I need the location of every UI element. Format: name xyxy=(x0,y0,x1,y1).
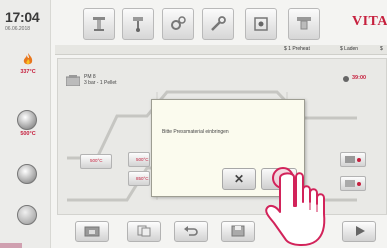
brand-logo: VITA xyxy=(352,14,387,29)
cancel-button[interactable]: ✕ xyxy=(222,168,256,190)
upper-temperature: 337°C xyxy=(20,69,36,75)
hold-time-button[interactable]: 850°C xyxy=(128,171,150,186)
furnace-control-screen: 17:04 06.06.2018 337°C 500°C VITA $ 1 Pr… xyxy=(0,0,387,248)
dial-icon xyxy=(17,110,37,130)
cooling-icon xyxy=(345,180,361,187)
cooling-button[interactable] xyxy=(340,176,366,191)
toolbar-press-button[interactable] xyxy=(83,8,115,40)
tab-more[interactable]: $ xyxy=(380,46,383,52)
toolbar-program-button[interactable] xyxy=(122,8,154,40)
furnace-lift-icon[interactable] xyxy=(17,164,37,184)
tab-preheat[interactable]: $ 1 Preheat xyxy=(284,46,310,52)
status-sidebar: 17:04 06.06.2018 337°C 500°C xyxy=(0,0,51,248)
program-timer: 39:00 xyxy=(343,75,377,83)
start-button[interactable] xyxy=(342,221,376,242)
temperature-start-label: 500°C xyxy=(90,158,103,163)
heat-rate-label: 500°C xyxy=(136,157,149,162)
copy-icon xyxy=(137,225,151,237)
play-icon xyxy=(356,226,365,236)
tab-load[interactable]: $ Laden xyxy=(340,46,358,52)
vacuum-icon xyxy=(345,156,361,163)
save-button[interactable] xyxy=(221,221,255,242)
vacuum-button[interactable] xyxy=(340,152,366,167)
furnace-icon xyxy=(254,17,268,31)
toolbar-tools-button[interactable] xyxy=(202,8,234,40)
flame-icon xyxy=(23,53,33,65)
lower-temperature: 500°C xyxy=(20,131,36,137)
copy-button[interactable] xyxy=(127,221,161,242)
program-subtitle: 3 bar - 1 Pellet xyxy=(84,80,117,86)
plunger-icon xyxy=(133,17,143,32)
program-icon xyxy=(66,75,80,86)
dialog-message: Bitte Pressmaterial einbringen xyxy=(162,129,229,135)
standby-icon[interactable] xyxy=(17,205,37,225)
gear-icon xyxy=(171,16,186,30)
temperature-start-button[interactable]: 500°C xyxy=(80,154,112,169)
press-icon xyxy=(93,17,105,31)
pointing-hand-icon xyxy=(265,167,326,246)
furnace-home-icon xyxy=(84,226,100,237)
hold-time-label: 850°C xyxy=(136,176,149,181)
wrench-icon xyxy=(211,16,226,31)
undo-icon xyxy=(184,226,198,236)
status-indicator xyxy=(0,243,22,248)
clock-time: 17:04 xyxy=(5,9,40,25)
home-button[interactable] xyxy=(75,221,109,242)
timer-value: 39:00 xyxy=(352,75,367,81)
undo-button[interactable] xyxy=(174,221,208,242)
toolbar-info-button[interactable] xyxy=(288,8,320,40)
press-head-icon xyxy=(297,17,311,30)
toolbar-settings-button[interactable] xyxy=(162,8,194,40)
heat-rate-button[interactable]: 500°C xyxy=(128,152,150,167)
tab-strip: $ 1 Preheat $ Laden $ xyxy=(55,45,387,55)
toolbar-furnace-button[interactable] xyxy=(245,8,277,40)
save-icon xyxy=(231,225,245,237)
clock-icon xyxy=(343,76,349,82)
clock-date: 06.06.2018 xyxy=(5,26,31,32)
